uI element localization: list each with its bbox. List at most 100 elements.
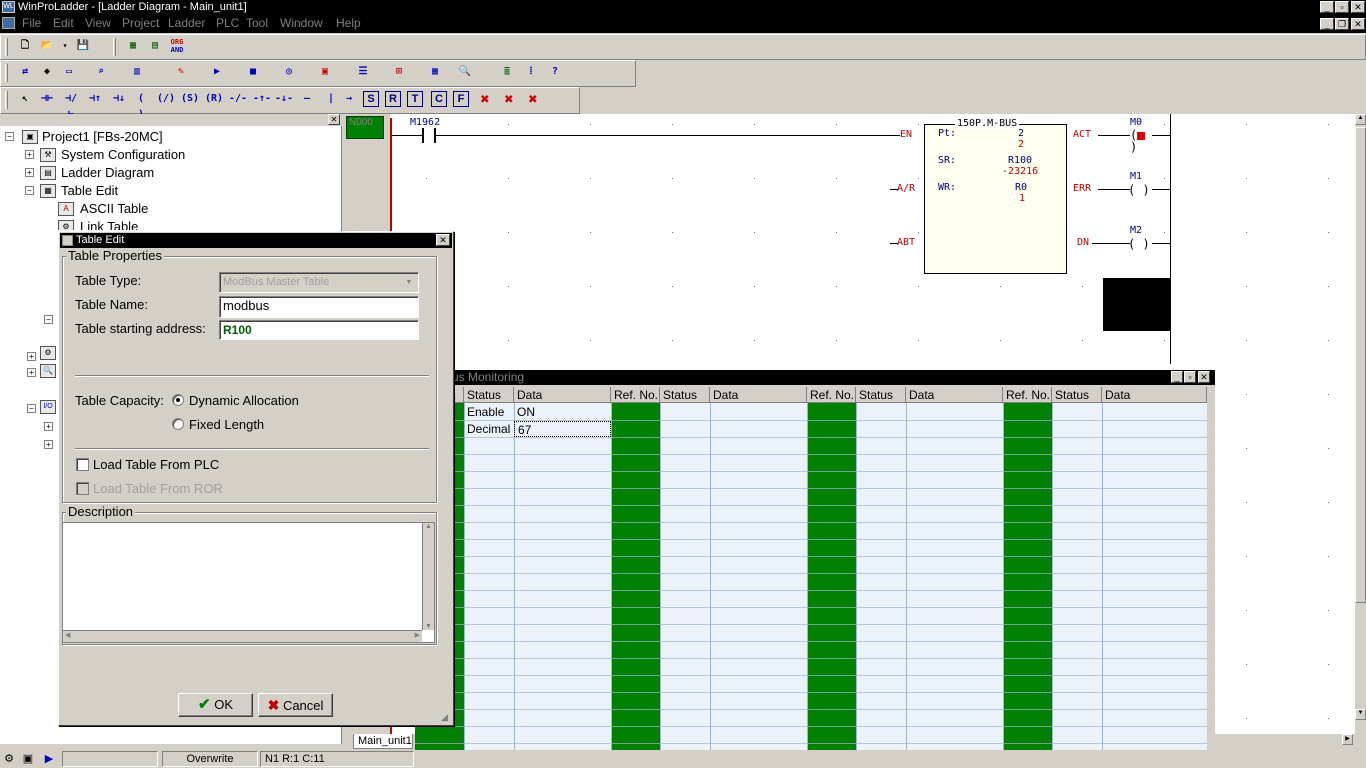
menu-tool[interactable]: Tool: [243, 16, 271, 31]
ref-column[interactable]: [611, 403, 660, 768]
t-function-icon[interactable]: T: [407, 91, 423, 107]
scroll-right-icon[interactable]: ▶: [415, 631, 420, 639]
ok-button[interactable]: ✔ OK: [178, 693, 253, 717]
vertical-line-icon[interactable]: |: [323, 91, 339, 107]
expand-icon[interactable]: +: [27, 352, 36, 361]
org-and-icon[interactable]: ORG AND: [169, 38, 185, 54]
coil-icon[interactable]: ( ): [133, 91, 149, 120]
description-hscroll[interactable]: ◀ ▶: [63, 630, 422, 642]
compare-icon[interactable]: ⊞: [391, 64, 407, 80]
list-icon[interactable]: ☰: [355, 64, 371, 80]
expand-icon[interactable]: +: [44, 440, 53, 449]
chevron-down-icon[interactable]: ▼: [402, 275, 416, 290]
contact-b-icon[interactable]: ⊣/⊢: [63, 91, 79, 120]
header-data[interactable]: Data: [710, 387, 807, 403]
dialog-close-button[interactable]: ✕: [436, 234, 450, 246]
horizontal-line-icon[interactable]: —: [299, 91, 315, 107]
r-function-icon[interactable]: R: [385, 91, 401, 107]
project-window-icon[interactable]: ▦: [125, 38, 141, 54]
header-status[interactable]: Status: [1052, 387, 1102, 403]
tree-item-ascii-table[interactable]: A ASCII Table: [58, 200, 328, 218]
tree-item-ladder-diagram[interactable]: + ▤ Ladder Diagram: [25, 164, 325, 182]
horizontal-scrollbar[interactable]: ▶: [1215, 734, 1366, 745]
header-ref[interactable]: Ref. No.: [807, 387, 856, 403]
expand-icon[interactable]: +: [25, 168, 34, 177]
search-icon[interactable]: ⌕: [93, 64, 109, 80]
scroll-up-icon[interactable]: ▲: [1355, 114, 1366, 125]
coil-set-icon[interactable]: (S): [181, 91, 199, 107]
load-from-plc-label[interactable]: Load Table From PLC: [93, 457, 219, 472]
status-data-column[interactable]: [660, 403, 807, 768]
coil-m2[interactable]: ( ): [1128, 237, 1150, 251]
ref-column[interactable]: [1003, 403, 1052, 768]
delete-row-icon[interactable]: ✖: [525, 91, 541, 107]
app-icon[interactable]: WL: [2, 1, 15, 13]
table-cell-data[interactable]: ON: [514, 404, 535, 420]
save-icon[interactable]: 💾: [75, 38, 91, 54]
description-textarea[interactable]: ▲ ▼ ◀ ▶: [62, 522, 435, 643]
start-address-input[interactable]: R100: [219, 320, 419, 340]
radio-dynamic[interactable]: [172, 394, 184, 406]
scroll-down-icon[interactable]: ▼: [423, 623, 434, 630]
expand-icon[interactable]: +: [25, 150, 34, 159]
calculator-icon[interactable]: ▦: [427, 64, 443, 80]
collapse-icon[interactable]: −: [25, 186, 34, 195]
ladder-cursor[interactable]: [1103, 278, 1171, 331]
table-cell-data-selected[interactable]: 67: [514, 421, 611, 437]
f-function-icon[interactable]: F: [453, 91, 469, 107]
new-file-icon[interactable]: 🗋: [17, 38, 33, 54]
expand-icon[interactable]: +: [27, 368, 36, 377]
monitor-minimize-button[interactable]: _: [1171, 371, 1183, 383]
maximize-button[interactable]: ▫: [1335, 1, 1349, 13]
function-block[interactable]: [924, 124, 1067, 274]
tree-item-table-edit[interactable]: − ▦ Table Edit: [25, 182, 325, 200]
load-from-plc-checkbox[interactable]: [76, 458, 89, 471]
stop-icon[interactable]: ■: [245, 64, 261, 80]
vertical-scrollbar[interactable]: ▲ ▼: [1355, 114, 1366, 734]
contact-down-icon[interactable]: ⊣↓: [111, 91, 127, 107]
status-data-column[interactable]: [1052, 403, 1207, 768]
header-status[interactable]: Status: [464, 387, 514, 403]
header-data[interactable]: Data: [1102, 387, 1207, 403]
grid-icon[interactable]: ▥: [129, 64, 145, 80]
dropdown-arrow-icon[interactable]: ▾: [57, 38, 73, 54]
radio-fixed-label[interactable]: Fixed Length: [189, 417, 264, 432]
online-status-icon[interactable]: ⚙: [2, 752, 16, 766]
table-name-input[interactable]: modbus: [219, 296, 419, 318]
header-status[interactable]: Status: [856, 387, 906, 403]
tree-close-button[interactable]: ✕: [328, 114, 340, 125]
document-icon[interactable]: [2, 17, 15, 29]
status-icon[interactable]: ▣: [317, 64, 333, 80]
coil-inverse-icon[interactable]: (/): [157, 91, 175, 107]
child-close-button[interactable]: ✕: [1351, 18, 1365, 30]
scroll-thumb[interactable]: [1355, 127, 1366, 603]
menu-view[interactable]: View: [82, 16, 114, 31]
table-window-icon[interactable]: ▤: [147, 38, 163, 54]
status-data-column[interactable]: [464, 403, 611, 768]
menu-file[interactable]: File: [19, 16, 44, 31]
scroll-down-icon[interactable]: ▼: [1355, 709, 1366, 720]
table-type-select[interactable]: ModBus Master Table ▼: [219, 272, 419, 293]
close-button[interactable]: ✕: [1351, 1, 1365, 13]
monitor-close-button[interactable]: ✕: [1198, 371, 1210, 383]
menu-window[interactable]: Window: [277, 16, 326, 31]
expand-icon[interactable]: +: [44, 422, 53, 431]
monitor-maximize-button[interactable]: ▫: [1184, 371, 1196, 383]
zoom-icon[interactable]: 🔍: [457, 64, 473, 80]
invert-icon[interactable]: -/-: [229, 91, 247, 107]
table-cell-status[interactable]: Enable: [464, 404, 504, 420]
scroll-up-icon[interactable]: ▲: [423, 523, 434, 530]
menu-plc[interactable]: PLC: [213, 16, 242, 31]
tree-item-system-config[interactable]: + ⚒ System Configuration: [25, 146, 325, 164]
rung-insert-icon[interactable]: ≣: [499, 64, 515, 80]
scroll-left-icon[interactable]: ◀: [65, 631, 70, 639]
delete-icon[interactable]: ✖: [477, 91, 493, 107]
help-icon[interactable]: ?: [547, 64, 563, 80]
plc-monitor-icon[interactable]: ▭: [61, 64, 77, 80]
pulse-down-icon[interactable]: -↓-: [275, 91, 293, 107]
tab-main-unit1[interactable]: Main_unit1: [353, 734, 413, 749]
scroll-right-icon[interactable]: ▶: [1342, 734, 1353, 745]
row-badge[interactable]: N000: [346, 116, 384, 139]
header-ref[interactable]: Ref. No.: [611, 387, 660, 403]
eraser-icon[interactable]: ◆: [39, 64, 55, 80]
